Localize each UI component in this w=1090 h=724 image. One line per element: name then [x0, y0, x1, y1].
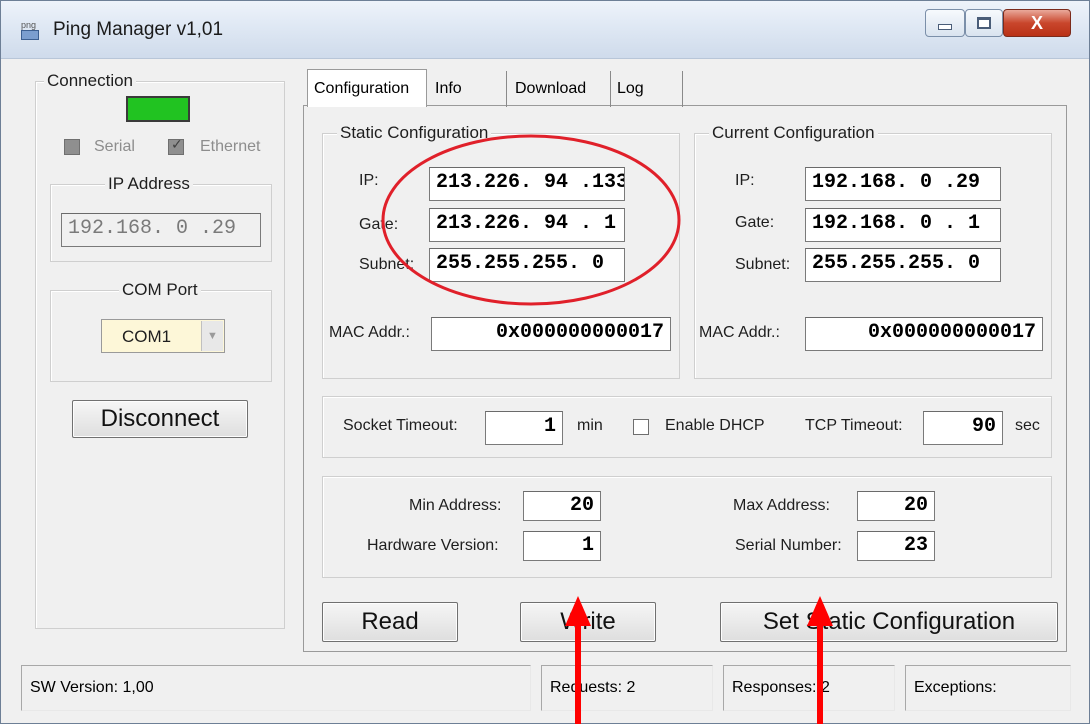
- connection-status-indicator: [126, 96, 190, 122]
- window-title: Ping Manager v1,01: [53, 19, 224, 40]
- current-configuration-legend: Current Configuration: [709, 123, 878, 143]
- device-info-group: Min Address: 20 Hardware Version: 1 Max …: [322, 476, 1052, 578]
- com-port-value: COM1: [122, 327, 172, 346]
- max-address-field[interactable]: 20: [857, 491, 935, 521]
- timeouts-group: Socket Timeout: 1 min Enable DHCP TCP Ti…: [322, 396, 1052, 458]
- current-subnet-label: Subnet:: [735, 256, 791, 273]
- min-address-label: Min Address:: [409, 497, 502, 514]
- static-ip-label: IP:: [359, 172, 379, 189]
- com-port-legend: COM Port: [119, 280, 201, 300]
- socket-timeout-label: Socket Timeout:: [343, 417, 458, 434]
- enable-dhcp-label: Enable DHCP: [665, 417, 765, 434]
- chevron-down-icon[interactable]: ▼: [201, 321, 223, 351]
- socket-timeout-field[interactable]: 1: [485, 411, 563, 445]
- close-button[interactable]: X: [1003, 9, 1071, 37]
- ip-address-group: IP Address 192.168. 0 .29: [50, 174, 272, 262]
- app-icon: png: [21, 21, 43, 41]
- tab-download[interactable]: Download: [509, 71, 611, 107]
- current-configuration-group: Current Configuration IP: 192.168. 0 .29…: [694, 123, 1052, 379]
- enable-dhcp-checkbox[interactable]: [633, 419, 649, 435]
- highlight-ellipse: [381, 134, 681, 306]
- current-ip-field: 192.168. 0 .29: [805, 167, 1001, 201]
- app-window: png Ping Manager v1,01 X Connection Seri…: [0, 0, 1090, 724]
- current-gate-field: 192.168. 0 . 1: [805, 208, 1001, 242]
- hardware-version-field[interactable]: 1: [523, 531, 601, 561]
- current-mac-field: 0x000000000017: [805, 317, 1043, 351]
- ip-address-legend: IP Address: [105, 174, 193, 194]
- disconnect-button[interactable]: Disconnect: [72, 400, 248, 438]
- status-responses: Responses: 2: [723, 665, 895, 711]
- tab-log[interactable]: Log: [611, 71, 683, 107]
- set-static-annotation-arrow: [817, 622, 823, 724]
- tab-configuration[interactable]: Configuration: [307, 69, 427, 107]
- hardware-version-label: Hardware Version:: [367, 537, 499, 554]
- static-mac-label: MAC Addr.:: [329, 324, 410, 341]
- maximize-icon: [977, 17, 991, 29]
- connection-group: Connection Serial ✓ Ethernet IP Address …: [35, 71, 285, 629]
- min-address-field[interactable]: 20: [523, 491, 601, 521]
- com-port-select[interactable]: COM1 ▼: [101, 319, 225, 353]
- title-bar[interactable]: png Ping Manager v1,01 X: [1, 1, 1089, 59]
- set-static-configuration-button[interactable]: Set Static Configuration: [720, 602, 1058, 642]
- connection-legend: Connection: [44, 71, 137, 91]
- status-exceptions: Exceptions:: [905, 665, 1071, 711]
- ethernet-checkbox: ✓: [168, 136, 184, 155]
- current-mac-label: MAC Addr.:: [699, 324, 780, 341]
- read-button[interactable]: Read: [322, 602, 458, 642]
- status-sw-version: SW Version: 1,00: [21, 665, 531, 711]
- tab-info[interactable]: Info: [429, 71, 507, 107]
- current-ip-label: IP:: [735, 172, 755, 189]
- tcp-timeout-field[interactable]: 90: [923, 411, 1003, 445]
- write-annotation-arrow: [575, 622, 581, 724]
- minimize-button[interactable]: [925, 9, 965, 37]
- static-mac-field: 0x000000000017: [431, 317, 671, 351]
- ip-address-field: 192.168. 0 .29: [61, 213, 261, 247]
- highlight-ellipse-shape: [381, 134, 681, 306]
- serial-number-field[interactable]: 23: [857, 531, 935, 561]
- serial-label: Serial: [94, 138, 135, 155]
- com-port-group: COM Port COM1 ▼: [50, 280, 272, 382]
- close-icon: X: [1030, 12, 1043, 33]
- max-address-label: Max Address:: [733, 497, 830, 514]
- tcp-timeout-label: TCP Timeout:: [805, 417, 903, 434]
- socket-timeout-unit: min: [577, 417, 603, 434]
- maximize-button[interactable]: [965, 9, 1003, 37]
- status-requests: Requests: 2: [541, 665, 713, 711]
- serial-number-label: Serial Number:: [735, 537, 842, 554]
- tcp-timeout-unit: sec: [1015, 417, 1040, 434]
- serial-checkbox: [64, 139, 80, 155]
- minimize-icon: [938, 24, 952, 30]
- ethernet-label: Ethernet: [200, 138, 261, 155]
- current-gate-label: Gate:: [735, 214, 775, 231]
- current-subnet-field: 255.255.255. 0: [805, 248, 1001, 282]
